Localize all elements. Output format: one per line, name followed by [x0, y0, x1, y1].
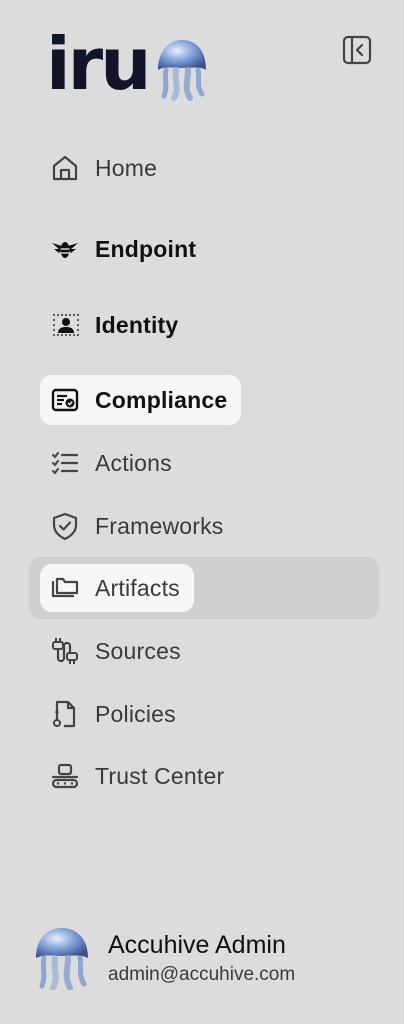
- brand-name: iru: [46, 22, 151, 106]
- nav-item-label: Trust Center: [95, 762, 225, 789]
- plug-icon: [50, 636, 80, 666]
- shield-check-icon: [50, 511, 80, 541]
- nav-item-sources[interactable]: Sources: [40, 626, 181, 676]
- nav-item-policies[interactable]: Policies: [40, 689, 176, 739]
- nav-item-label: Compliance: [95, 386, 228, 413]
- checklist-icon: [50, 448, 80, 478]
- nav-item-home[interactable]: Home: [40, 143, 157, 193]
- trust-center-icon: [50, 761, 80, 791]
- nav-item-label: Actions: [95, 449, 172, 476]
- user-email: admin@accuhive.com: [108, 964, 296, 985]
- document-icon: [50, 699, 80, 729]
- avatar: [36, 928, 88, 990]
- brand-logo[interactable]: iru: [46, 22, 212, 106]
- nav-item-label: Identity: [95, 311, 179, 338]
- nav-item-label: Policies: [95, 700, 176, 727]
- sidebar-collapse-button[interactable]: [342, 35, 372, 65]
- nav-item-actions[interactable]: Actions: [40, 438, 172, 488]
- certificate-icon: [50, 385, 80, 415]
- nav-item-identity[interactable]: Identity: [40, 300, 178, 350]
- nav-item-label: Endpoint: [95, 235, 197, 262]
- sidebar-collapse-icon: [342, 35, 372, 65]
- identity-icon: [50, 310, 80, 340]
- nav-item-label: Home: [95, 154, 158, 181]
- bee-icon: [50, 234, 80, 264]
- folders-icon: [50, 573, 80, 603]
- nav-item-artifacts[interactable]: Artifacts: [40, 564, 194, 612]
- nav-item-trust-center[interactable]: Trust Center: [40, 751, 224, 801]
- home-icon: [50, 153, 80, 183]
- nav-item-label: Sources: [95, 637, 181, 664]
- nav-item-label: Frameworks: [95, 512, 224, 539]
- user-info: Accuhive Admin admin@accuhive.com: [108, 930, 295, 986]
- user-name: Accuhive Admin: [108, 931, 286, 959]
- nav-item-compliance[interactable]: Compliance: [40, 375, 242, 425]
- jellyfish-logo-icon: [158, 40, 207, 101]
- nav-item-frameworks[interactable]: Frameworks: [40, 501, 224, 551]
- nav-item-label: Artifacts: [95, 574, 180, 601]
- nav-item-endpoint[interactable]: Endpoint: [40, 224, 196, 274]
- user-profile[interactable]: Accuhive Admin admin@accuhive.com: [32, 926, 295, 990]
